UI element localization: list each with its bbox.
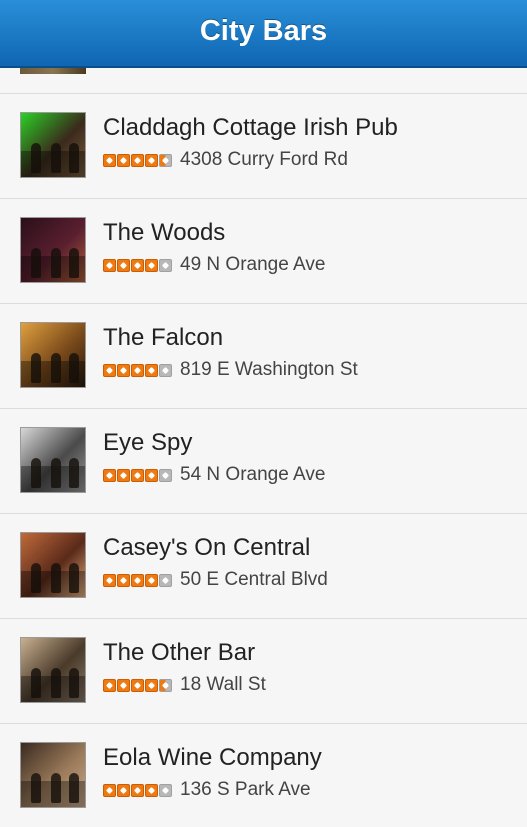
star-icon: [159, 783, 172, 797]
list-item[interactable]: The Falcon 819 E Washington St: [0, 304, 527, 409]
star-icon: [145, 678, 158, 692]
star-icon: [145, 363, 158, 377]
bar-address: 50 E Central Blvd: [180, 569, 328, 590]
star-icon: [131, 678, 144, 692]
star-icon: [131, 468, 144, 482]
bar-name: The Woods: [103, 219, 226, 246]
star-icon: [159, 258, 172, 272]
bar-address: 18 Wall St: [180, 674, 266, 695]
list-item[interactable]: Eye Spy 54 N Orange Ave: [0, 409, 527, 514]
star-icon: [159, 153, 172, 167]
bar-meta: 18 Wall St: [103, 674, 266, 696]
bar-address: 136 S Park Ave: [180, 779, 311, 800]
star-icon: [103, 258, 116, 272]
rating-stars: [103, 153, 172, 167]
rating-stars: [103, 783, 172, 797]
app-header: City Bars: [0, 0, 527, 68]
rating-stars: [103, 468, 172, 482]
star-icon: [117, 783, 130, 797]
bar-meta: 136 S Park Ave: [103, 779, 311, 801]
bar-meta: 54 N Orange Ave: [103, 464, 325, 486]
list-item[interactable]: Eola Wine Company 136 S Park Ave: [0, 724, 527, 827]
bar-address: 4308 Curry Ford Rd: [180, 149, 348, 170]
bar-address: 54 N Orange Ave: [180, 464, 326, 485]
bar-name: Casey's On Central: [103, 534, 311, 561]
star-icon: [145, 468, 158, 482]
rating-stars: [103, 363, 172, 377]
bar-meta: 50 E Central Blvd: [103, 569, 328, 591]
bar-thumbnail: [20, 322, 86, 388]
bar-name: Eola Wine Company: [103, 744, 322, 771]
bar-name: Claddagh Cottage Irish Pub: [103, 114, 398, 141]
star-icon: [145, 258, 158, 272]
bar-list[interactable]: Claddagh Cottage Irish Pub 4308 Curry For…: [0, 68, 527, 827]
star-icon: [159, 573, 172, 587]
star-icon: [131, 363, 144, 377]
list-item[interactable]: The Other Bar 18 Wall St: [0, 619, 527, 724]
list-item[interactable]: The Woods 49 N Orange Ave: [0, 199, 527, 304]
star-icon: [131, 783, 144, 797]
star-icon: [103, 678, 116, 692]
star-icon: [117, 573, 130, 587]
rating-stars: [103, 258, 172, 272]
list-item-partial[interactable]: [0, 68, 527, 94]
bar-thumbnail: [20, 68, 86, 74]
bar-meta: 49 N Orange Ave: [103, 254, 325, 276]
rating-stars: [103, 678, 172, 692]
star-icon: [103, 153, 116, 167]
star-icon: [145, 783, 158, 797]
star-icon: [145, 573, 158, 587]
star-icon: [117, 258, 130, 272]
bar-address: 819 E Washington St: [180, 359, 358, 380]
bar-thumbnail: [20, 112, 86, 178]
list-item[interactable]: Casey's On Central 50 E Central Blvd: [0, 514, 527, 619]
star-icon: [117, 678, 130, 692]
star-icon: [131, 573, 144, 587]
bar-thumbnail: [20, 637, 86, 703]
star-icon: [117, 468, 130, 482]
star-icon: [103, 783, 116, 797]
star-icon: [159, 363, 172, 377]
star-icon: [103, 468, 116, 482]
bar-thumbnail: [20, 532, 86, 598]
bar-thumbnail: [20, 427, 86, 493]
star-icon: [103, 363, 116, 377]
bar-name: Eye Spy: [103, 429, 193, 456]
star-icon: [131, 153, 144, 167]
list-item[interactable]: Claddagh Cottage Irish Pub 4308 Curry For…: [0, 94, 527, 199]
star-icon: [145, 153, 158, 167]
star-icon: [159, 468, 172, 482]
star-icon: [117, 363, 130, 377]
rating-stars: [103, 573, 172, 587]
bar-address: 49 N Orange Ave: [180, 254, 326, 275]
bar-name: The Other Bar: [103, 639, 256, 666]
bar-meta: 819 E Washington St: [103, 359, 358, 381]
star-icon: [159, 678, 172, 692]
star-icon: [131, 258, 144, 272]
bar-thumbnail: [20, 217, 86, 283]
star-icon: [117, 153, 130, 167]
page-title: City Bars: [199, 14, 328, 47]
star-icon: [103, 573, 116, 587]
bar-meta: 4308 Curry Ford Rd: [103, 149, 348, 171]
bar-thumbnail: [20, 742, 86, 808]
bar-name: The Falcon: [103, 324, 224, 351]
